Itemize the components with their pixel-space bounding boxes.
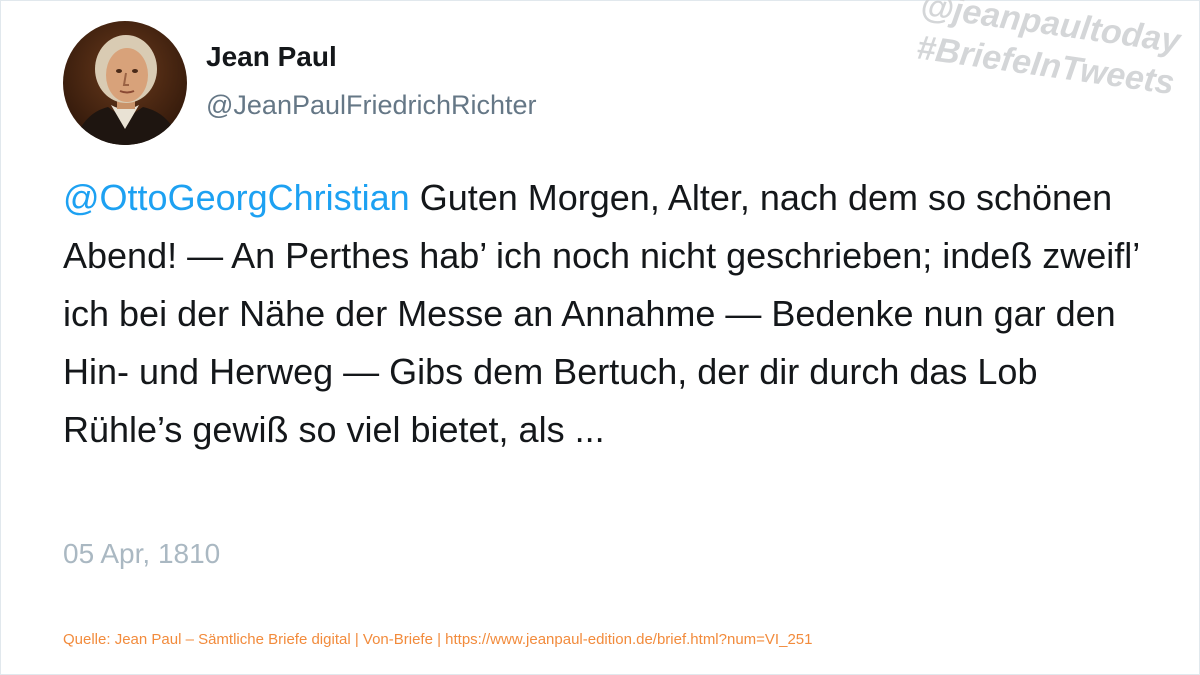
author-handle[interactable]: @JeanPaulFriedrichRichter [206, 90, 537, 121]
tweet-text: @OttoGeorgChristian Guten Morgen, Alter,… [63, 169, 1153, 459]
tweet-date: 05 Apr, 1810 [63, 538, 221, 569]
tweet-card: Jean Paul @JeanPaulFriedrichRichter @jea… [0, 0, 1200, 675]
portrait-icon [63, 21, 187, 145]
mention-link[interactable]: @OttoGeorgChristian [63, 177, 410, 218]
source-line: Quelle: Jean Paul – Sämtliche Briefe dig… [63, 631, 813, 648]
watermark: @jeanpaultoday #BriefeInTweets [912, 0, 1183, 104]
author-name[interactable]: Jean Paul [206, 41, 337, 73]
avatar[interactable] [63, 21, 187, 145]
